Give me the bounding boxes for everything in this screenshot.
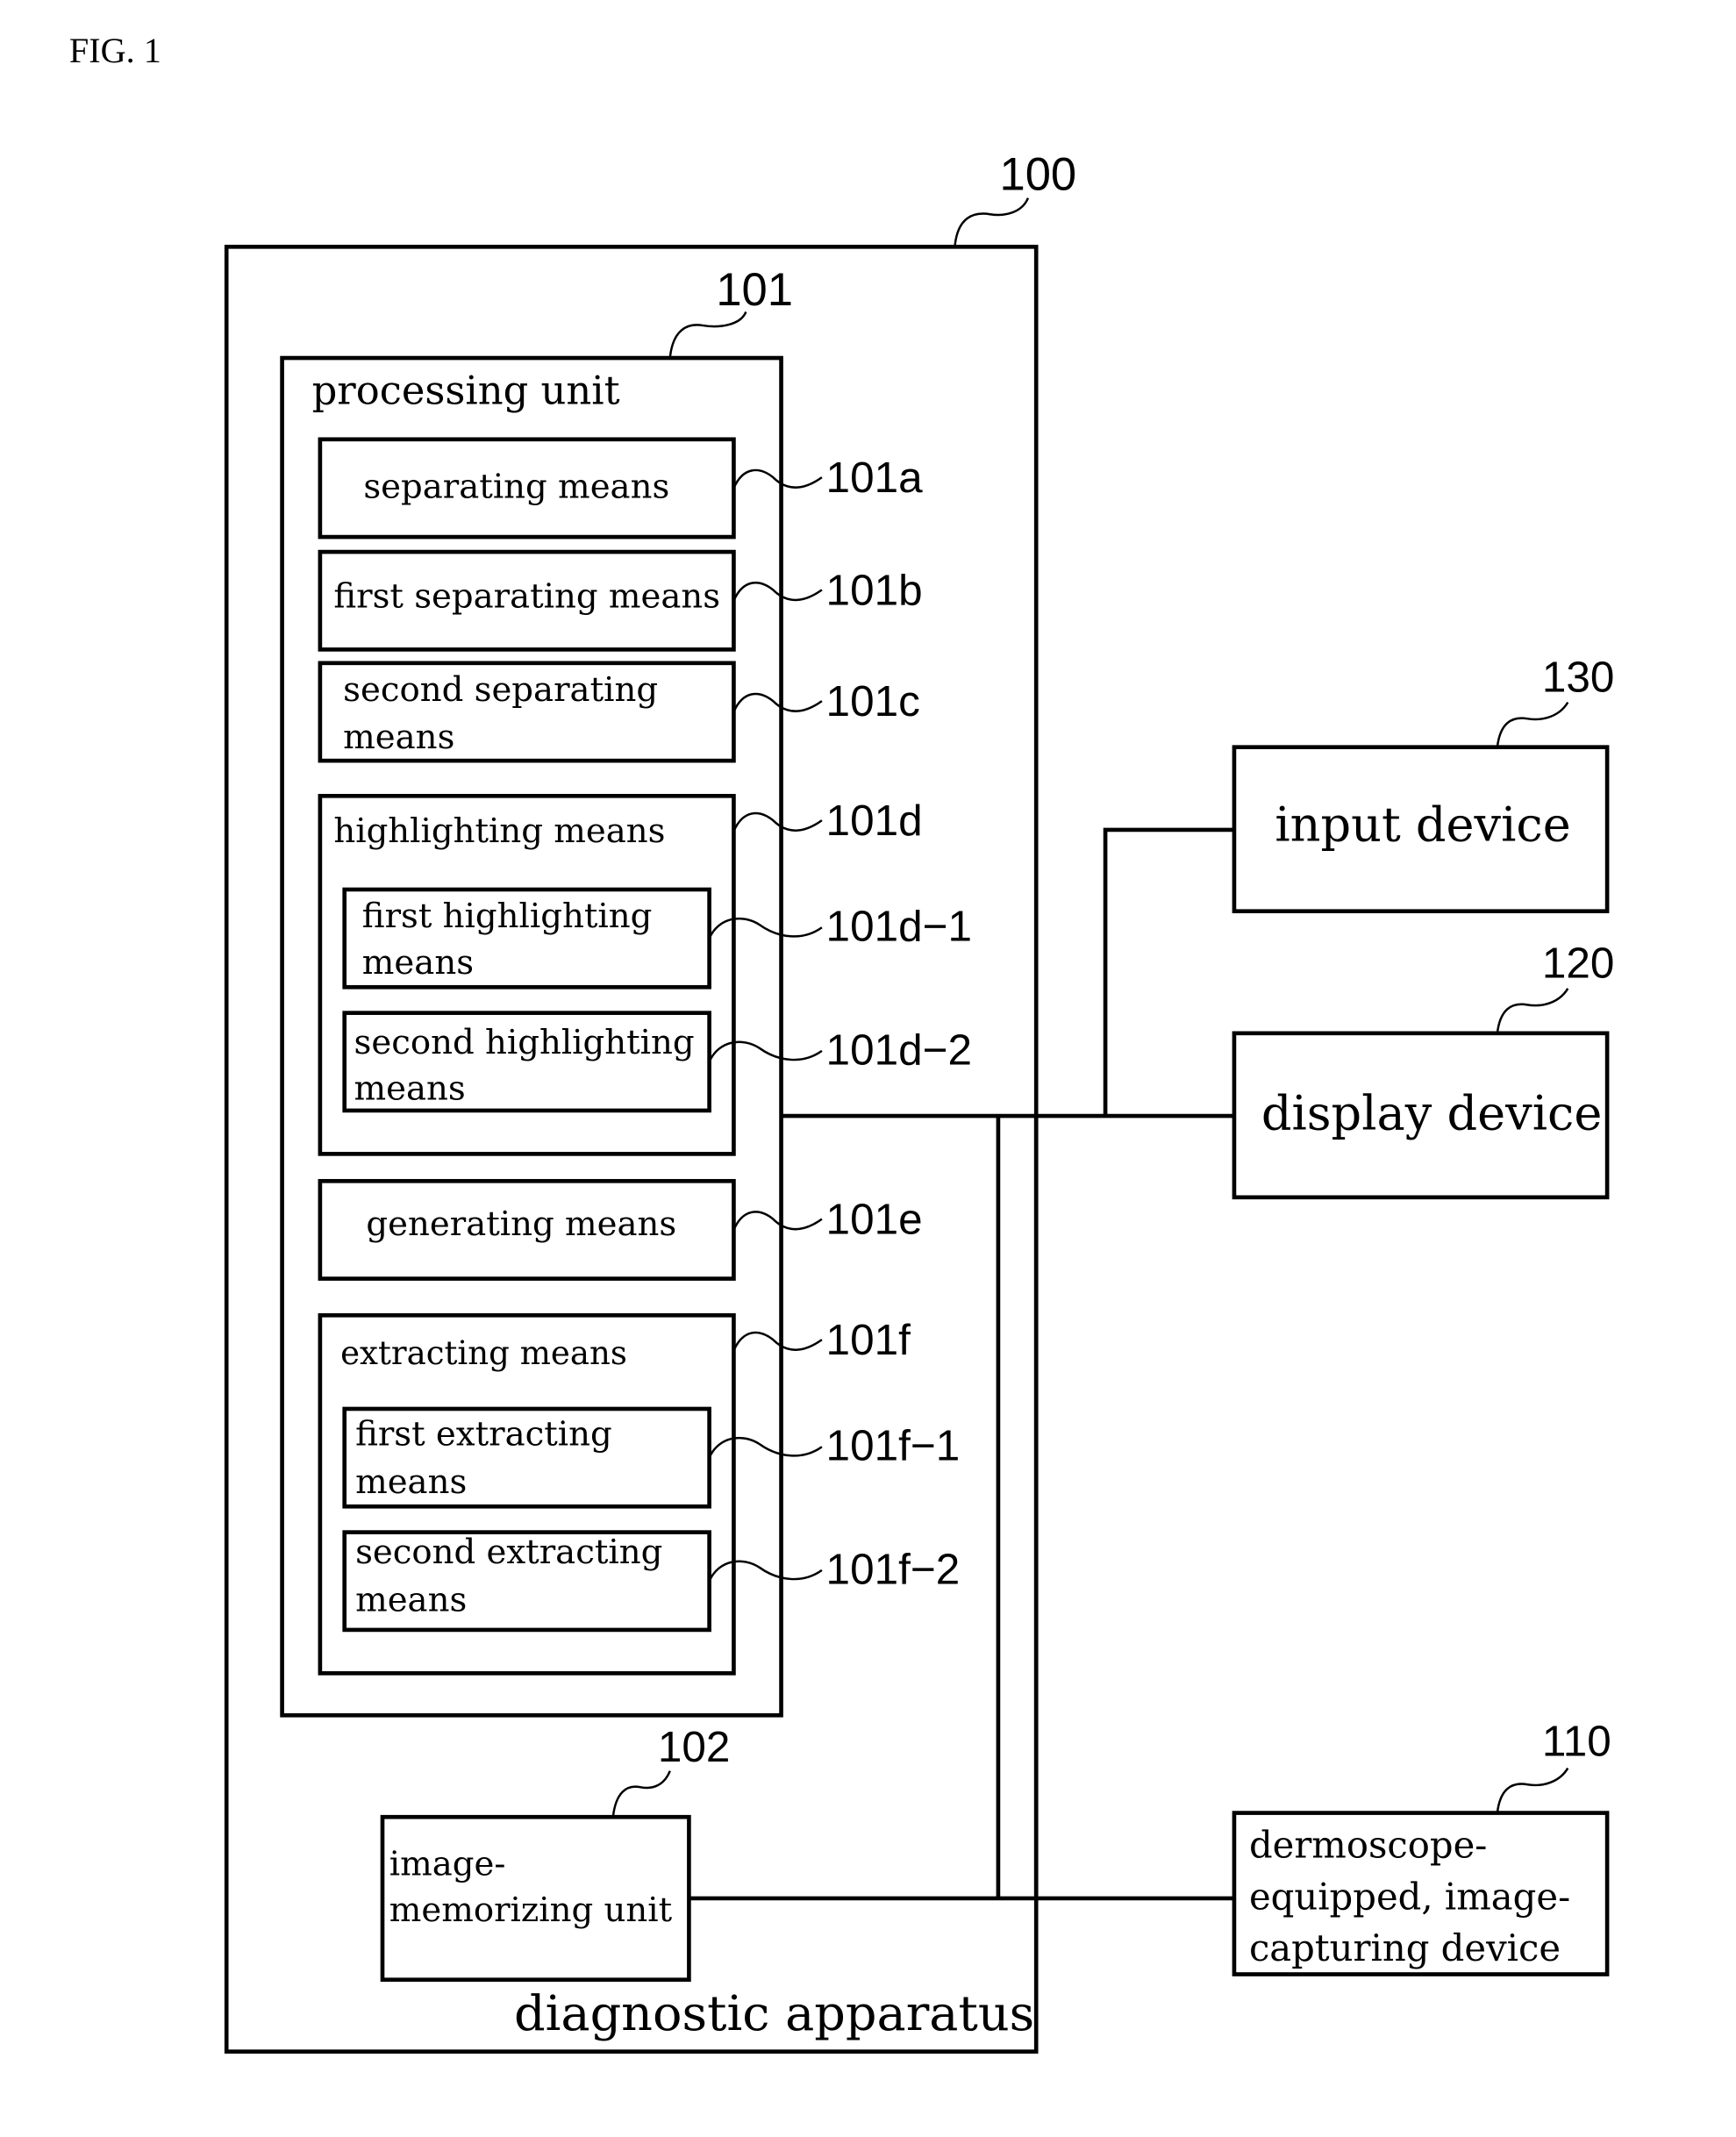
ref-101f-2: 101f−2 xyxy=(826,1545,961,1593)
image-memorizing-unit-label-line2: memorizing unit xyxy=(389,1890,673,1930)
ref-101a: 101a xyxy=(826,454,924,502)
ref-101d-2: 101d−2 xyxy=(826,1026,972,1074)
ref-110: 110 xyxy=(1542,1718,1611,1766)
first-highlighting-means-label-line1: first highlighting xyxy=(362,897,653,936)
bus-to-input-device xyxy=(1103,827,1234,1117)
leader-130 xyxy=(1496,701,1569,747)
first-separating-means-label: first separating means xyxy=(333,576,720,616)
ref-101e: 101e xyxy=(826,1196,923,1244)
image-capturing-device-block: dermoscope- equipped, image- capturing d… xyxy=(1232,1718,1611,1976)
image-memorizing-unit-label-line1: image- xyxy=(389,1845,506,1884)
generating-means-label: generating means xyxy=(366,1204,676,1244)
leader-120 xyxy=(1496,988,1569,1033)
extracting-means-label: extracting means xyxy=(340,1334,627,1372)
second-extracting-means-label-line2: means xyxy=(355,1580,467,1619)
second-separating-means-label-line2: means xyxy=(343,718,454,757)
ref-101f: 101f xyxy=(826,1316,911,1364)
ref-130: 130 xyxy=(1542,653,1615,701)
input-device-label: input device xyxy=(1275,797,1570,852)
second-highlighting-means-label-line2: means xyxy=(354,1069,466,1109)
leader-110 xyxy=(1496,1767,1569,1813)
display-device-block: display device 120 xyxy=(1232,939,1615,1200)
image-capturing-device-label-line3: capturing device xyxy=(1249,1926,1561,1969)
ref-102: 102 xyxy=(658,1723,731,1771)
separating-means-label: separating means xyxy=(363,467,669,506)
input-device-block: input device 130 xyxy=(1232,653,1615,914)
block-diagram: FIG. 1 100 diagnostic apparatus 101 proc… xyxy=(69,31,1615,2054)
second-highlighting-means-label-line1: second highlighting xyxy=(354,1023,695,1062)
processing-unit-label: processing unit xyxy=(312,368,620,414)
ref-101c: 101c xyxy=(826,677,920,725)
display-device-label: display device xyxy=(1261,1086,1602,1141)
highlighting-means-label: highlighting means xyxy=(333,811,665,851)
second-separating-means-label-line1: second separating xyxy=(343,670,658,710)
leader-100 xyxy=(954,197,1030,247)
first-extracting-means-label-line1: first extracting xyxy=(355,1415,612,1454)
ref-101d-1: 101d−1 xyxy=(826,903,972,951)
ref-101f-1: 101f−1 xyxy=(826,1422,961,1470)
diagnostic-apparatus-label: diagnostic apparatus xyxy=(514,1985,1034,2042)
ref-100: 100 xyxy=(999,148,1076,200)
image-capturing-device-label-line2: equipped, image- xyxy=(1249,1875,1570,1918)
figure-label: FIG. 1 xyxy=(69,31,161,70)
image-capturing-device-label-line1: dermoscope- xyxy=(1249,1824,1487,1867)
first-highlighting-means-label-line2: means xyxy=(362,943,474,983)
ref-120: 120 xyxy=(1542,939,1615,987)
second-extracting-means-label-line1: second extracting xyxy=(355,1533,662,1572)
first-extracting-means-label-line2: means xyxy=(355,1462,467,1502)
ref-101b: 101b xyxy=(826,566,923,614)
ref-101d: 101d xyxy=(826,797,923,845)
ref-101: 101 xyxy=(716,264,793,316)
